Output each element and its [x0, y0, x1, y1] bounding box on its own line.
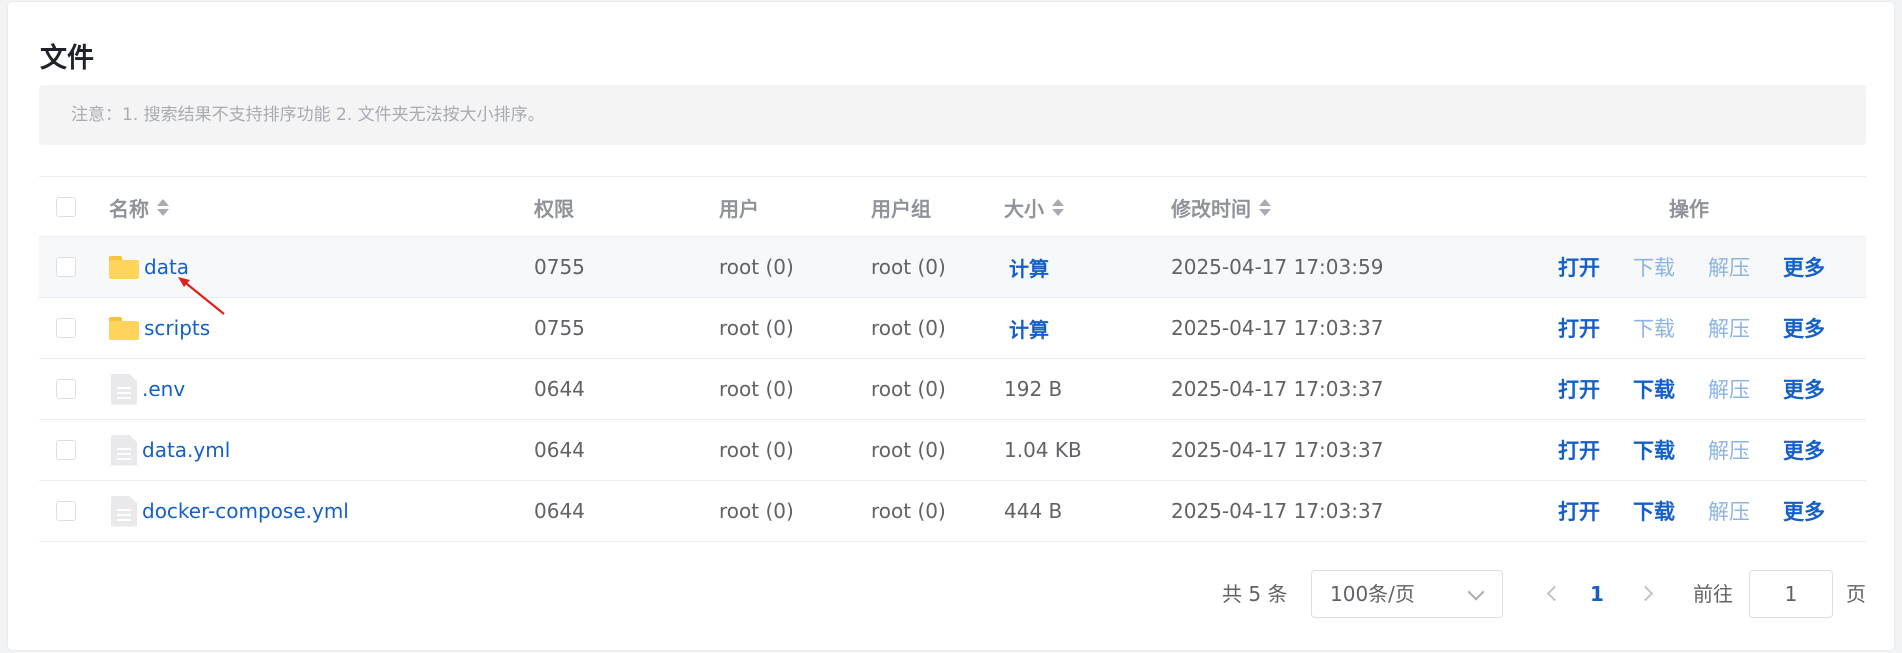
file-name-link[interactable]: docker-compose.yml	[142, 499, 349, 523]
open-button[interactable]: 打开	[1558, 435, 1600, 465]
open-button[interactable]: 打开	[1558, 313, 1600, 343]
permission-cell[interactable]: 0644	[534, 420, 585, 480]
table-header: 名称 权限 用户 用户组 大小 修改时间 操作	[39, 176, 1866, 237]
user-cell[interactable]: root (0)	[719, 359, 794, 419]
file-icon	[111, 434, 137, 466]
column-header-permission: 权限	[534, 196, 574, 221]
user-cell[interactable]: root (0)	[719, 298, 794, 358]
file-name-link[interactable]: .env	[142, 377, 185, 401]
file-panel: 文件 注意：1. 搜索结果不支持排序功能 2. 文件夹无法按大小排序。 名称 权…	[8, 2, 1894, 650]
extract-button[interactable]: 解压	[1708, 313, 1750, 343]
notice-banner: 注意：1. 搜索结果不支持排序功能 2. 文件夹无法按大小排序。	[39, 85, 1866, 145]
permission-cell[interactable]: 0755	[534, 237, 585, 297]
row-checkbox[interactable]	[56, 257, 76, 277]
modified-cell: 2025-04-17 17:03:37	[1171, 499, 1384, 523]
permission-cell[interactable]: 0644	[534, 481, 585, 541]
folder-icon	[109, 255, 139, 279]
download-button[interactable]: 下载	[1633, 374, 1675, 404]
user-cell[interactable]: root (0)	[719, 420, 794, 480]
table-row[interactable]: data.yml 0644 root (0) root (0) 1.04 KB …	[39, 420, 1866, 481]
extract-button[interactable]: 解压	[1708, 496, 1750, 526]
modified-cell: 2025-04-17 17:03:37	[1171, 377, 1384, 401]
more-button[interactable]: 更多	[1783, 374, 1825, 404]
column-header-group: 用户组	[871, 196, 931, 221]
download-button[interactable]: 下载	[1633, 435, 1675, 465]
column-header-size[interactable]: 大小	[1004, 177, 1064, 237]
sort-icon[interactable]	[1052, 198, 1064, 216]
modified-cell: 2025-04-17 17:03:37	[1171, 316, 1384, 340]
size-cell: 444 B	[1004, 499, 1063, 523]
page-title: 文件	[40, 43, 94, 74]
calculate-size-button[interactable]: 计算	[1009, 253, 1049, 282]
download-button[interactable]: 下载	[1633, 252, 1675, 282]
size-cell: 1.04 KB	[1004, 438, 1082, 462]
total-count: 共 5 条	[1222, 582, 1288, 606]
more-button[interactable]: 更多	[1783, 313, 1825, 343]
chevron-right-icon[interactable]	[1637, 585, 1654, 602]
column-header-size-label: 大小	[1004, 196, 1044, 221]
table-row[interactable]: data 0755 root (0) root (0) 计算 2025-04-1…	[39, 237, 1866, 298]
calculate-size-button[interactable]: 计算	[1009, 314, 1049, 343]
sort-icon[interactable]	[157, 198, 169, 216]
group-cell[interactable]: root (0)	[871, 298, 946, 358]
user-cell[interactable]: root (0)	[719, 237, 794, 297]
column-header-modified[interactable]: 修改时间	[1171, 177, 1271, 237]
modified-cell: 2025-04-17 17:03:59	[1171, 255, 1384, 279]
chevron-left-icon[interactable]	[1546, 585, 1563, 602]
column-header-name-label: 名称	[109, 196, 149, 221]
table-row[interactable]: .env 0644 root (0) root (0) 192 B 2025-0…	[39, 359, 1866, 420]
page-number-current[interactable]: 1	[1590, 570, 1604, 618]
more-button[interactable]: 更多	[1783, 496, 1825, 526]
group-cell[interactable]: root (0)	[871, 237, 946, 297]
user-cell[interactable]: root (0)	[719, 481, 794, 541]
column-header-user: 用户	[719, 196, 759, 221]
group-cell[interactable]: root (0)	[871, 481, 946, 541]
open-button[interactable]: 打开	[1558, 374, 1600, 404]
goto-page-input[interactable]	[1749, 570, 1833, 618]
row-checkbox[interactable]	[56, 318, 76, 338]
more-button[interactable]: 更多	[1783, 252, 1825, 282]
column-header-actions: 操作	[1669, 196, 1709, 221]
extract-button[interactable]: 解压	[1708, 435, 1750, 465]
sort-icon[interactable]	[1259, 198, 1271, 216]
goto-label: 前往	[1693, 582, 1733, 606]
row-checkbox[interactable]	[56, 501, 76, 521]
file-name-link[interactable]: data.yml	[142, 438, 230, 462]
file-table: 名称 权限 用户 用户组 大小 修改时间 操作 data 0755 root (…	[39, 176, 1866, 542]
chevron-down-icon	[1467, 583, 1485, 601]
size-cell: 192 B	[1004, 377, 1063, 401]
permission-cell[interactable]: 0644	[534, 359, 585, 419]
download-button[interactable]: 下载	[1633, 496, 1675, 526]
select-all-checkbox[interactable]	[56, 197, 76, 217]
modified-cell: 2025-04-17 17:03:37	[1171, 438, 1384, 462]
group-cell[interactable]: root (0)	[871, 359, 946, 419]
goto-suffix: 页	[1846, 582, 1866, 606]
row-checkbox[interactable]	[56, 379, 76, 399]
table-row[interactable]: scripts 0755 root (0) root (0) 计算 2025-0…	[39, 298, 1866, 359]
file-icon	[111, 373, 137, 405]
page-size-select[interactable]: 100条/页	[1311, 570, 1503, 618]
group-cell[interactable]: root (0)	[871, 420, 946, 480]
extract-button[interactable]: 解压	[1708, 252, 1750, 282]
pagination: 共 5 条 100条/页 1 前往 页	[0, 570, 1902, 618]
permission-cell[interactable]: 0755	[534, 298, 585, 358]
page-size-value: 100条/页	[1330, 582, 1415, 606]
annotation-arrow-icon	[178, 277, 225, 315]
open-button[interactable]: 打开	[1558, 252, 1600, 282]
column-header-name[interactable]: 名称	[109, 177, 169, 237]
column-header-modified-label: 修改时间	[1171, 196, 1251, 221]
table-row[interactable]: docker-compose.yml 0644 root (0) root (0…	[39, 481, 1866, 542]
row-checkbox[interactable]	[56, 440, 76, 460]
extract-button[interactable]: 解压	[1708, 374, 1750, 404]
folder-icon	[109, 316, 139, 340]
download-button[interactable]: 下载	[1633, 313, 1675, 343]
more-button[interactable]: 更多	[1783, 435, 1825, 465]
file-icon	[111, 495, 137, 527]
open-button[interactable]: 打开	[1558, 496, 1600, 526]
